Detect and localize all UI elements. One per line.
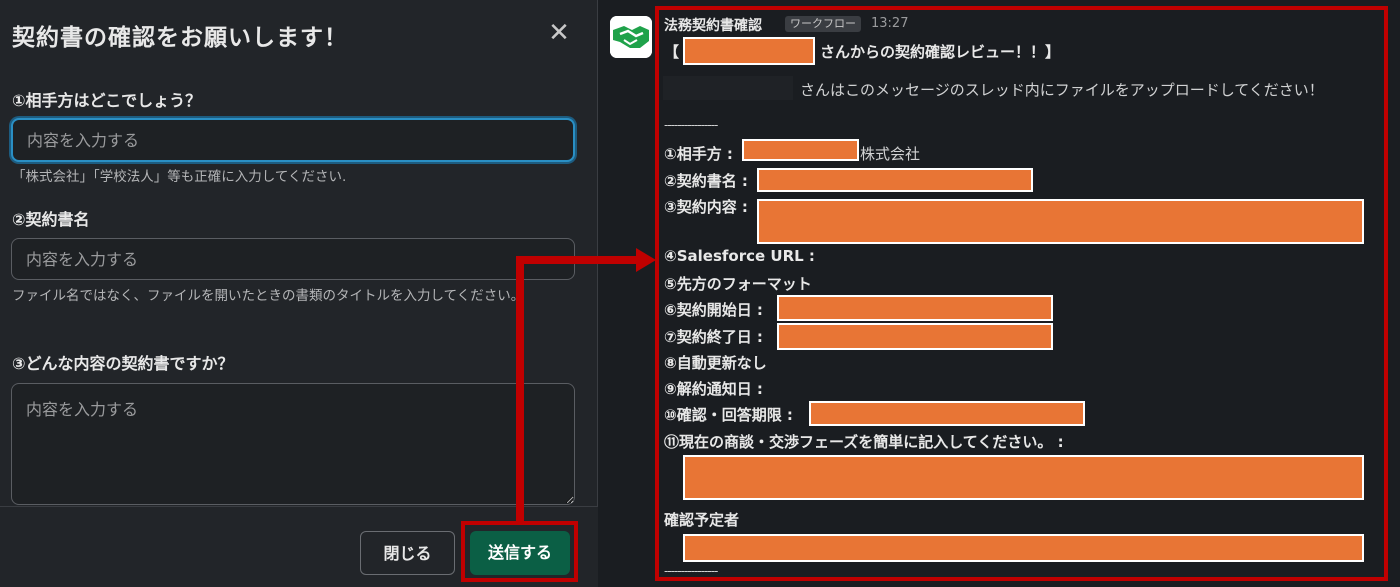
connector-vertical [516, 256, 524, 522]
contract-content-textarea[interactable] [11, 383, 575, 505]
question-3-label: ③どんな内容の契約書ですか？ [12, 354, 234, 373]
field-salesforce: ④Salesforce URL : [664, 247, 815, 265]
redacted-counterparty [742, 139, 859, 161]
upload-note: さんはこのメッセージのスレッド内にファイルをアップロードしてください！ [800, 81, 1324, 99]
field-contract-content: ③契約内容 : [664, 198, 748, 216]
modal-title: 契約書の確認をお願いします！ [12, 25, 348, 51]
redacted-mention [663, 76, 793, 100]
question-1-hint: 「株式会社」「学校法人」等も正確に入力してください. [12, 169, 347, 185]
handshake-icon[interactable] [610, 16, 652, 58]
field-counterparty: ①相手方 : [664, 145, 733, 163]
message-title: さんからの契約確認レビュー！！】 [820, 43, 1061, 61]
counterparty-suffix: 株式会社 [860, 145, 921, 163]
separator-bottom: ---------------- [664, 564, 718, 578]
close-icon[interactable]: ✕ [546, 20, 572, 46]
counterparty-input[interactable] [11, 118, 575, 162]
field-contract-name: ②契約書名 : [664, 172, 748, 190]
field-format: ⑤先方のフォーマット [664, 275, 812, 293]
field-start-date: ⑥契約開始日 : [664, 301, 763, 319]
redacted-requester [683, 37, 815, 65]
field-negotiation: ⑪現在の商談・交渉フェーズを簡単に記入してください。 : [664, 433, 1064, 451]
connector-horizontal [516, 256, 638, 264]
field-reviewer: 確認予定者 [664, 511, 740, 529]
redacted-contract-name [757, 168, 1033, 192]
redacted-reviewer [683, 534, 1364, 562]
send-button-highlight [461, 521, 578, 582]
field-cancel-notice: ⑨解約通知日 : [664, 380, 763, 398]
redacted-start-date [777, 295, 1053, 321]
question-2-label: ②契約書名 [12, 210, 90, 229]
redacted-contract-content [757, 199, 1364, 244]
question-1-label: ①相手方はどこでしょう？ [12, 91, 202, 110]
redacted-end-date [777, 323, 1053, 350]
separator-top: ---------------- [664, 118, 718, 132]
arrow-right-icon [636, 248, 656, 272]
redacted-deadline [809, 401, 1085, 426]
sender-name[interactable]: 法務契約書確認 [664, 15, 762, 35]
contract-name-input[interactable] [11, 238, 575, 280]
question-2-hint: ファイル名ではなく、ファイルを開いたときの書類のタイトルを入力してください。 [12, 288, 525, 304]
workflow-modal: 契約書の確認をお願いします！ ✕ ①相手方はどこでしょう？ 「株式会社」「学校法… [0, 0, 598, 587]
timestamp[interactable]: 13:27 [871, 16, 908, 31]
redacted-negotiation [683, 455, 1364, 500]
close-button[interactable]: 閉じる [360, 531, 455, 575]
field-deadline: ⑩確認・回答期限 : [664, 406, 793, 424]
field-end-date: ⑦契約終了日 : [664, 328, 763, 346]
workflow-badge: ワークフロー [785, 16, 861, 32]
title-bracket: 【 [664, 43, 680, 61]
field-auto-renew: ⑧自動更新なし [664, 354, 767, 372]
